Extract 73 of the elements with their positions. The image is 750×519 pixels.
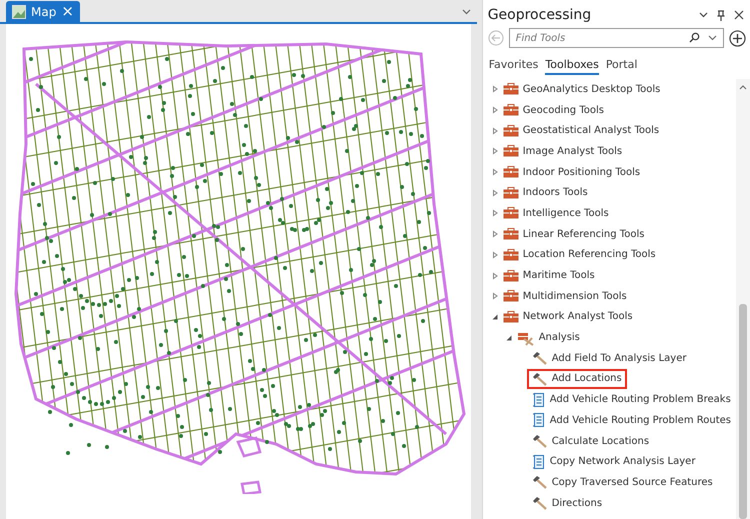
hammer-icon [532,351,548,366]
tool-item[interactable]: Add Field To Analysis Layer [552,352,686,364]
toolbox-item[interactable]: Maritime Tools [522,270,595,282]
toolbox-icon [502,248,519,261]
expand-arrow-icon[interactable] [490,209,499,218]
collapse-arrow-icon[interactable] [490,312,499,321]
toolbox-item[interactable]: Geostatistical Analyst Tools [522,125,660,136]
hammer-icon [532,475,548,490]
expand-arrow-icon[interactable] [490,230,499,238]
expand-arrow-icon[interactable] [490,106,499,114]
back-icon[interactable] [488,30,504,46]
toolset-item[interactable]: Analysis [538,332,580,344]
map-tab[interactable]: Map × [6,1,80,22]
toolbox-icon [502,83,519,96]
close-button[interactable]: × [61,4,74,19]
add-icon[interactable] [729,30,746,46]
search-field[interactable]: Find Tools [508,28,724,48]
panel-tab[interactable]: Toolboxes [545,58,599,75]
tool-item[interactable]: Copy Traversed Source Features [552,476,713,488]
toolbox-icon [502,186,519,199]
toolbox-icon [502,290,519,302]
expand-arrow-icon[interactable] [490,250,499,259]
toolbox-item[interactable]: Indoors Tools [522,187,588,198]
toolbox-item[interactable]: Network Analyst Tools [522,311,633,322]
expand-arrow-icon[interactable] [490,126,499,135]
tool-item[interactable]: Calculate Locations [552,436,650,447]
search-icon [689,32,700,43]
expand-arrow-icon[interactable] [490,292,499,300]
tool-item[interactable]: Add Locations [552,373,622,384]
toolbox-item[interactable]: Indoor Positioning Tools [522,166,640,178]
tool-item[interactable]: Copy Network Analysis Layer [550,456,696,468]
chevron-down-icon [462,9,471,15]
expand-arrow-icon[interactable] [490,188,499,197]
panel-tab[interactable]: Portal [606,58,638,75]
panel-title: Geoprocessing [488,7,592,23]
script-icon [532,392,546,408]
scrollbar-thumb[interactable] [739,304,747,519]
toolbox-icon [502,228,519,240]
script-icon [532,412,546,428]
toolbox-icon [502,145,519,158]
panel-tab[interactable]: Favorites [488,58,538,75]
pin-icon[interactable] [717,10,725,20]
tool-item[interactable]: Add Vehicle Routing Problem Breaks [550,394,731,406]
tool-item[interactable]: Directions [552,498,602,509]
toolbox-icon [502,207,519,220]
toolbox-item[interactable]: Geocoding Tools [522,104,604,116]
toolbox-item[interactable]: Multidimension Tools [522,290,627,302]
toolbox-icon [502,270,519,282]
expand-arrow-icon[interactable] [490,147,499,156]
script-icon [532,454,546,470]
chevron-down-icon[interactable] [699,12,708,18]
tool-item[interactable]: Add Vehicle Routing Problem Routes [550,414,731,426]
toolbox-icon [502,166,519,178]
toolbox-item[interactable]: Intelligence Tools [522,208,609,219]
hammer-icon [532,434,548,448]
toolbox-icon [502,310,519,323]
close-icon[interactable] [734,10,744,20]
expand-arrow-icon[interactable] [490,85,499,94]
chevron-up-icon[interactable] [739,85,747,90]
toolbox-item[interactable]: Linear Referencing Tools [522,228,644,240]
map-icon [12,4,26,18]
expand-arrow-icon[interactable] [490,272,499,280]
collapse-arrow-icon[interactable] [504,334,513,342]
hammer-icon [532,372,548,386]
toolbox-icon [502,104,519,116]
expand-arrow-icon[interactable] [490,168,499,176]
toolbox-icon [502,124,519,137]
toolbox-item[interactable]: GeoAnalytics Desktop Tools [522,84,660,95]
hammer-icon [532,496,548,510]
scrollbar[interactable] [736,79,750,519]
chevron-down-icon[interactable] [708,35,717,41]
toolbox-item[interactable]: Image Analyst Tools [522,146,622,157]
toolbox-item[interactable]: Location Referencing Tools [522,249,656,260]
